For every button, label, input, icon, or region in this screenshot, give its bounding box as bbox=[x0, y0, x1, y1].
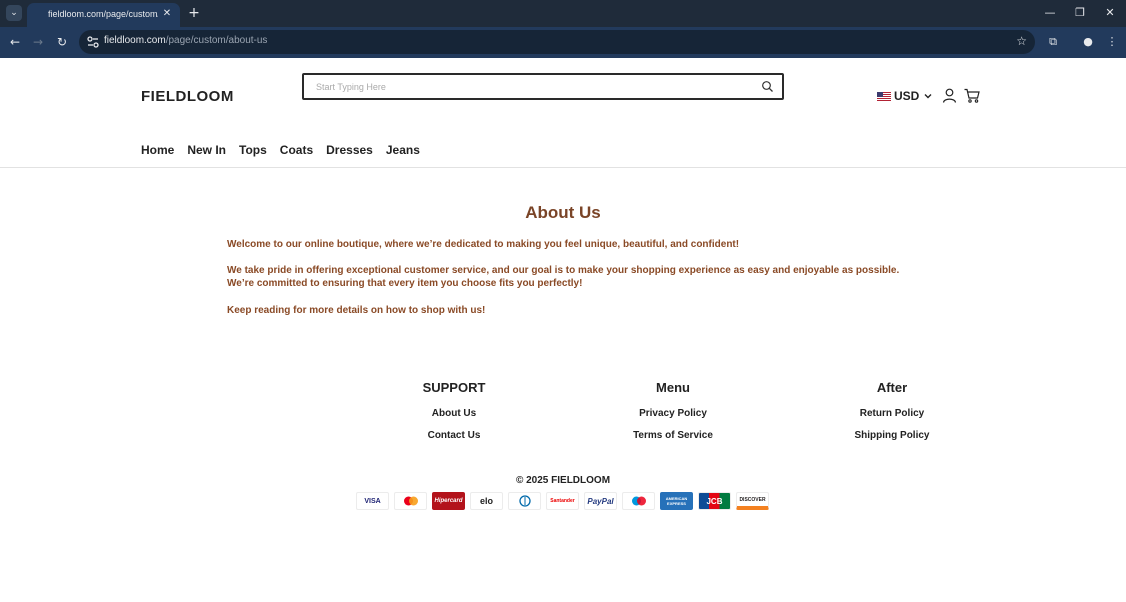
elo-icon: elo bbox=[470, 492, 503, 510]
bookmark-star-icon[interactable]: ☆ bbox=[1016, 34, 1027, 48]
nav-item-dresses[interactable]: Dresses bbox=[326, 143, 373, 157]
chevron-down-icon bbox=[924, 94, 932, 99]
footer-heading-support: SUPPORT bbox=[422, 380, 486, 395]
visa-icon: VISA bbox=[356, 492, 389, 510]
diners-club-icon bbox=[508, 492, 541, 510]
nav-item-new-in[interactable]: New In bbox=[187, 143, 226, 157]
footer-link-shipping-policy[interactable]: Shipping Policy bbox=[782, 430, 1002, 441]
cart-icon[interactable] bbox=[964, 88, 980, 103]
about-paragraph-service: We take pride in offering exceptional cu… bbox=[227, 265, 900, 276]
us-flag-icon bbox=[877, 91, 891, 101]
jcb-icon: JCB bbox=[698, 492, 731, 510]
site-logo[interactable]: FIELDLOOM bbox=[141, 88, 234, 105]
page-title: About Us bbox=[525, 203, 601, 222]
nav-item-jeans[interactable]: Jeans bbox=[386, 143, 420, 157]
copyright-text: © 2025 FIELDLOOM bbox=[515, 475, 611, 486]
tab-search-chevron-icon[interactable]: ⌄ bbox=[6, 5, 22, 21]
footer-link-contact-us[interactable]: Contact Us bbox=[344, 430, 564, 441]
url-text: fieldloom.com/page/custom/about-us bbox=[104, 35, 268, 46]
minimize-icon[interactable]: — bbox=[1041, 5, 1059, 21]
mastercard-icon bbox=[394, 492, 427, 510]
main-navigation: Home New In Tops Coats Dresses Jeans bbox=[141, 143, 433, 157]
footer-link-about-us[interactable]: About Us bbox=[344, 408, 564, 419]
tab-close-icon[interactable]: ✕ bbox=[160, 7, 174, 21]
american-express-icon: AMERICAN EXPRESS bbox=[660, 492, 693, 510]
close-window-icon[interactable]: ✕ bbox=[1101, 5, 1119, 21]
browser-tab-bar: ⌄ fieldloom.com/page/custom/about-us ✕ +… bbox=[0, 0, 1126, 27]
nav-item-coats[interactable]: Coats bbox=[280, 143, 313, 157]
footer-column-menu: Menu Privacy Policy Terms of Service bbox=[563, 380, 783, 441]
nav-item-tops[interactable]: Tops bbox=[239, 143, 267, 157]
search-input[interactable] bbox=[316, 79, 746, 95]
currency-selector[interactable]: USD bbox=[877, 88, 933, 104]
santander-icon: Santander bbox=[546, 492, 579, 510]
new-tab-plus-icon[interactable]: + bbox=[186, 5, 202, 21]
currency-label: USD bbox=[894, 89, 920, 103]
back-arrow-icon[interactable]: ← bbox=[7, 34, 23, 50]
footer-link-privacy-policy[interactable]: Privacy Policy bbox=[563, 408, 783, 419]
nav-item-home[interactable]: Home bbox=[141, 143, 174, 157]
menu-kebab-icon[interactable]: ⋮ bbox=[1104, 34, 1120, 50]
discover-icon: DISCOVER bbox=[736, 492, 769, 510]
account-user-icon[interactable] bbox=[942, 88, 957, 103]
tab-title: fieldloom.com/page/custom/about-us bbox=[48, 9, 158, 19]
forward-arrow-icon[interactable]: → bbox=[30, 34, 46, 50]
maestro-icon bbox=[622, 492, 655, 510]
footer-heading-after: After bbox=[876, 380, 908, 395]
footer-link-terms-of-service[interactable]: Terms of Service bbox=[563, 430, 783, 441]
payment-methods: VISA Hipercard elo Santander PayPal AMER… bbox=[356, 492, 774, 510]
restore-icon[interactable]: ❐ bbox=[1071, 5, 1089, 21]
about-paragraph-keep-reading: Keep reading for more details on how to … bbox=[227, 305, 486, 316]
hipercard-icon: Hipercard bbox=[432, 492, 465, 510]
site-settings-icon[interactable] bbox=[86, 35, 100, 49]
nav-divider bbox=[0, 167, 1126, 168]
search-box[interactable] bbox=[302, 73, 784, 100]
search-icon[interactable] bbox=[761, 80, 774, 93]
extensions-puzzle-icon[interactable]: ⧉ bbox=[1045, 34, 1061, 50]
about-paragraph-welcome: Welcome to our online boutique, where we… bbox=[227, 239, 740, 250]
address-bar[interactable]: fieldloom.com/page/custom/about-us ☆ bbox=[79, 30, 1035, 54]
reload-icon[interactable]: ↻ bbox=[54, 34, 70, 50]
footer-heading-menu: Menu bbox=[656, 380, 690, 395]
paypal-icon: PayPal bbox=[584, 492, 617, 510]
browser-toolbar: ← → ↻ fieldloom.com/page/custom/about-us… bbox=[0, 27, 1126, 58]
about-paragraph-commitment: We’re committed to ensuring that every i… bbox=[227, 278, 583, 289]
footer-column-support: SUPPORT About Us Contact Us bbox=[344, 380, 564, 441]
browser-tab[interactable]: fieldloom.com/page/custom/about-us ✕ bbox=[27, 3, 180, 27]
profile-icon[interactable]: ● bbox=[1080, 34, 1096, 50]
footer-link-return-policy[interactable]: Return Policy bbox=[782, 408, 1002, 419]
footer-column-after: After Return Policy Shipping Policy bbox=[782, 380, 1002, 441]
